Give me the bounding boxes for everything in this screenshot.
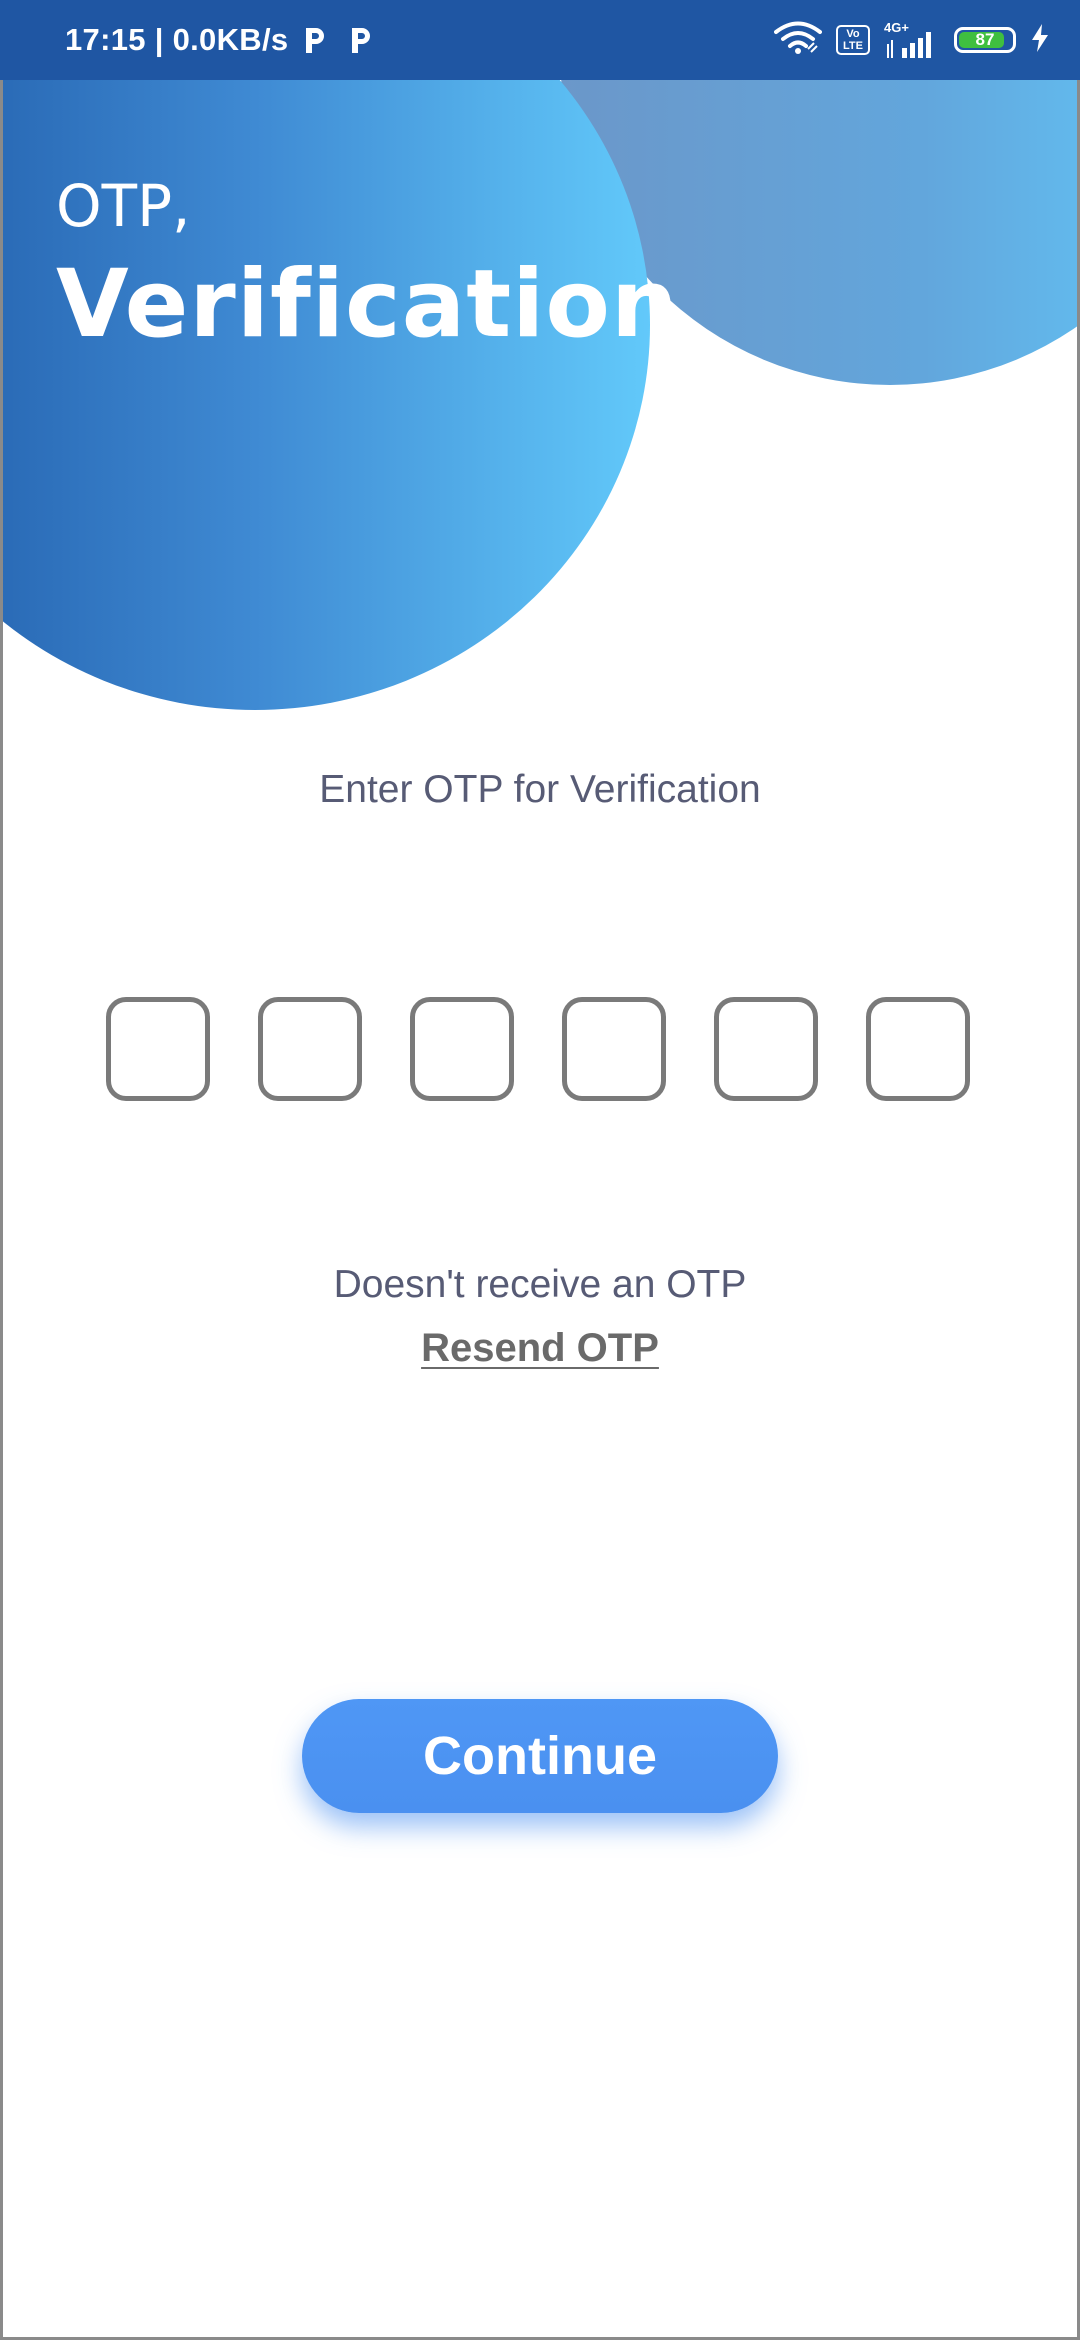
- status-bar: 17:15 | 0.0KB/s Vo LTE 4G+ 87: [0, 0, 1080, 80]
- status-time-speed: 17:15 | 0.0KB/s: [65, 22, 289, 57]
- battery-icon: 87: [954, 27, 1016, 53]
- otp-digit-4[interactable]: [562, 997, 666, 1101]
- parking-icon: [348, 25, 374, 55]
- otp-input-row: [106, 997, 970, 1101]
- wifi-icon: [774, 21, 822, 60]
- otp-prompt: Enter OTP for Verification: [319, 768, 761, 811]
- status-left: 17:15 | 0.0KB/s: [65, 0, 374, 80]
- otp-digit-5[interactable]: [714, 997, 818, 1101]
- charging-icon: [1030, 23, 1050, 58]
- otp-digit-1[interactable]: [106, 997, 210, 1101]
- battery-level: 87: [975, 30, 995, 49]
- otp-digit-6[interactable]: [866, 997, 970, 1101]
- otp-digit-2[interactable]: [258, 997, 362, 1101]
- resend-otp-link[interactable]: Resend OTP: [421, 1326, 659, 1370]
- page-title: Verification: [56, 250, 679, 359]
- otp-digit-3[interactable]: [410, 997, 514, 1101]
- otp-verification-screen: 17:15 | 0.0KB/s Vo LTE 4G+ 87 OTP, Verif…: [0, 0, 1080, 2340]
- status-right: Vo LTE 4G+ 87: [774, 0, 1050, 80]
- resend-question: Doesn't receive an OTP: [333, 1263, 747, 1306]
- volte-icon: Vo LTE: [836, 25, 870, 55]
- parking-icon: [302, 25, 328, 55]
- continue-button[interactable]: Continue: [302, 1699, 778, 1813]
- signal-icon: 4G+: [884, 20, 940, 60]
- resend-otp-row: Resend OTP: [0, 1326, 1080, 1371]
- header-pre-title: OTP,: [56, 172, 191, 240]
